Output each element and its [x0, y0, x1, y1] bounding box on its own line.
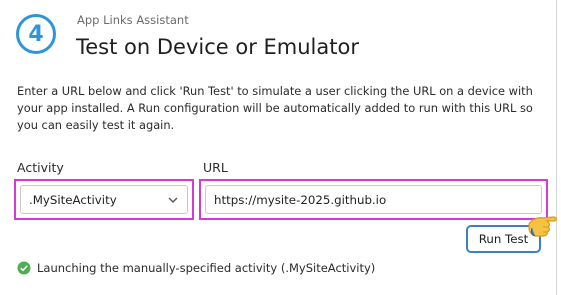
- status-text: Launching the manually-specified activit…: [37, 261, 376, 275]
- url-value: https://mysite-2025.github.io: [214, 192, 387, 207]
- activity-dropdown[interactable]: .MySiteActivity: [20, 185, 188, 214]
- url-label: URL: [203, 160, 228, 175]
- step-number: 4: [28, 21, 44, 47]
- chevron-down-icon: [167, 194, 179, 209]
- instructions-text: Enter a URL below and click 'Run Test' t…: [17, 84, 533, 132]
- status-message: Launching the manually-specified activit…: [17, 261, 375, 275]
- run-test-label: Run Test: [478, 232, 529, 246]
- page-title: Test on Device or Emulator: [76, 35, 359, 59]
- activity-label: Activity: [17, 160, 64, 175]
- pointing-hand-icon: [526, 208, 561, 240]
- panel-edge-divider: [556, 0, 557, 295]
- activity-selected-value: .MySiteActivity: [29, 192, 117, 207]
- step-number-badge: 4: [16, 14, 56, 54]
- check-circle-icon: [17, 261, 31, 275]
- app-name: App Links Assistant: [77, 13, 189, 27]
- url-input[interactable]: https://mysite-2025.github.io: [205, 185, 542, 214]
